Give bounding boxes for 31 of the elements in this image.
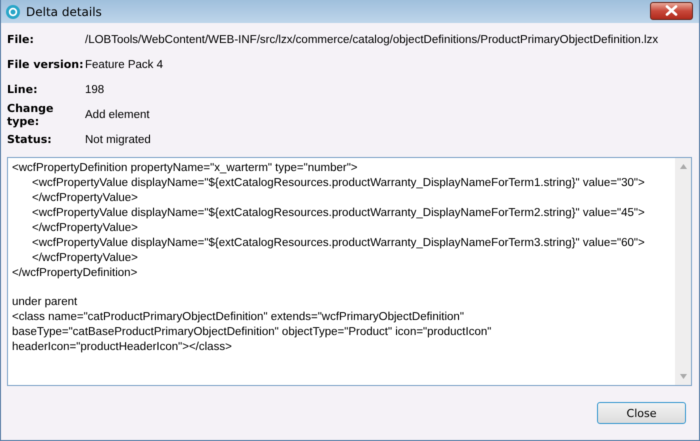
close-icon bbox=[665, 5, 678, 16]
scroll-up-icon bbox=[680, 164, 686, 169]
code-line: <wcfPropertyValue displayName="${extCatalogResources.productWarranty_DisplayNameForTerm2.string}" value="45"> bbox=[32, 206, 646, 221]
code-line: </wcfPropertyDefinition> bbox=[12, 266, 138, 281]
code-line: under parent bbox=[12, 295, 78, 310]
code-line: <class name="catProductPrimaryObjectDefinition" extends="wcfPrimaryObjectDefinition" bbox=[12, 310, 465, 325]
field-value: Add element bbox=[85, 108, 150, 120]
close-button[interactable] bbox=[650, 2, 693, 20]
code-line: </wcfPropertyValue> bbox=[32, 251, 139, 266]
code-line: </wcfPropertyValue> bbox=[32, 191, 139, 206]
field-value: /LOBTools/WebContent/WEB-INF/src/lzx/commerce/catalog/objectDefinitions/ProductPrimaryObjectDefinition.lzx bbox=[85, 34, 658, 46]
field-label: Line: bbox=[7, 83, 38, 96]
code-text-area[interactable] bbox=[7, 157, 692, 386]
window-title: Delta details bbox=[26, 4, 102, 18]
close-button[interactable]: Close bbox=[597, 402, 686, 424]
ring-icon bbox=[5, 4, 21, 20]
code-line: <wcfPropertyDefinition propertyName="x_warterm" type="number"> bbox=[12, 161, 359, 176]
code-line: baseType="catBaseProductPrimaryObjectDefinition" objectType="Product" icon="productIcon" bbox=[12, 325, 492, 340]
scrollbar[interactable] bbox=[675, 158, 691, 385]
field-value: Not migrated bbox=[85, 134, 151, 146]
code-line: </wcfPropertyValue> bbox=[32, 221, 139, 236]
code-line: <wcfPropertyValue displayName="${extCatalogResources.productWarranty_DisplayNameForTerm1.string}" value="30"> bbox=[32, 176, 646, 191]
scroll-down-icon bbox=[680, 374, 686, 379]
field-value: Feature Pack 4 bbox=[85, 58, 163, 70]
field-value: 198 bbox=[85, 84, 104, 96]
field-label: Change type: bbox=[7, 102, 54, 128]
code-line: <wcfPropertyValue displayName="${extCatalogResources.productWarranty_DisplayNameForTerm3.string}" value="60"> bbox=[32, 236, 646, 251]
field-label: File: bbox=[7, 33, 35, 46]
field-label: File version: bbox=[7, 58, 85, 71]
field-label: Status: bbox=[7, 133, 53, 146]
code-line: headerIcon="productHeaderIcon"></class> bbox=[12, 340, 233, 355]
